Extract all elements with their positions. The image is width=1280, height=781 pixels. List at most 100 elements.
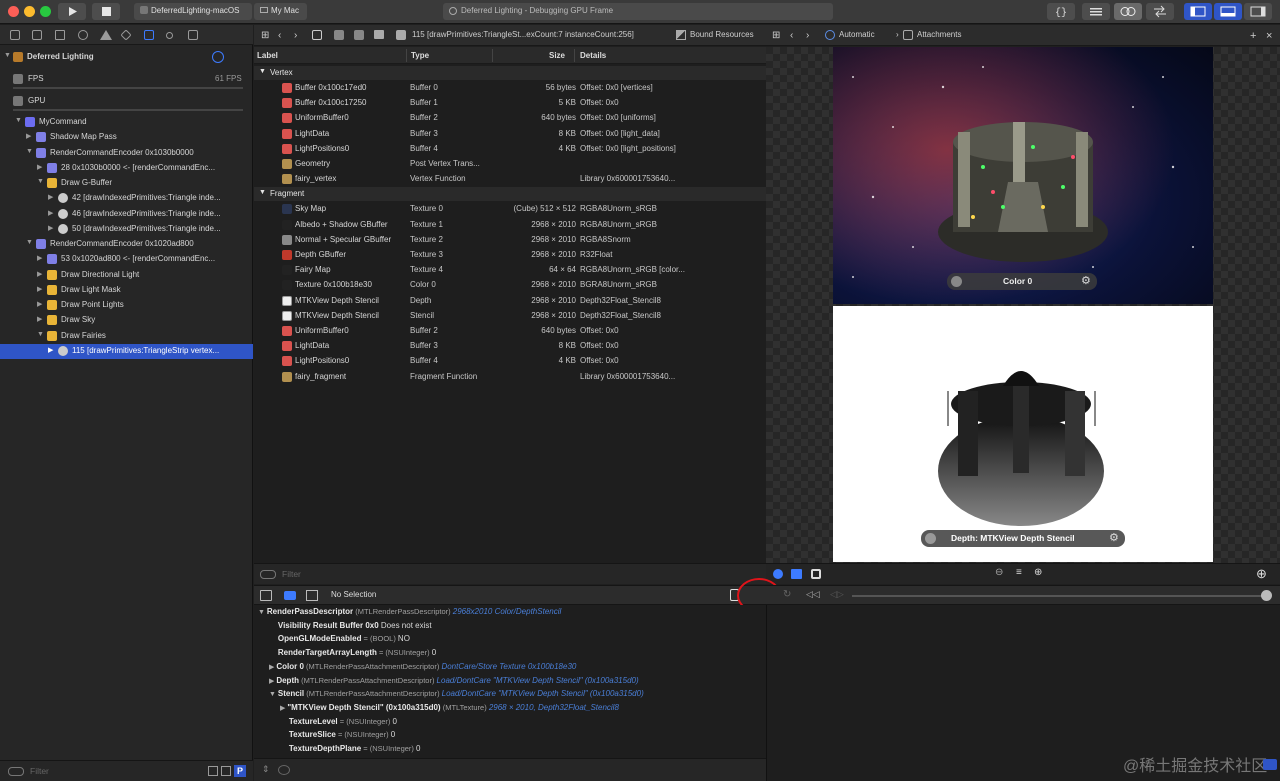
disclosure-icon[interactable]: ▼ xyxy=(26,239,33,246)
stop-button[interactable] xyxy=(92,3,120,20)
resource-row[interactable]: LightPositions0 Buffer 4 4 KB Offset: 0x0 xyxy=(254,354,766,369)
disclosure-open-icon[interactable]: ▼ xyxy=(259,68,266,75)
resource-row[interactable]: MTKView Depth Stencil Depth 2968 × 2010 Dep… xyxy=(254,294,766,309)
resource-row[interactable]: Sky Map Texture 0 (Cube) 512 × 512 RGBA8Uno… xyxy=(254,202,766,217)
info-icon[interactable] xyxy=(951,276,962,287)
variable-summary-link[interactable]: 2968 × 2010, Depth32Float_Stencil8 xyxy=(489,703,619,712)
zoom-in-icon[interactable]: ⊕ xyxy=(1034,567,1042,578)
hide-debug-area-icon[interactable] xyxy=(260,590,272,601)
info-icon[interactable] xyxy=(925,533,936,544)
resource-row[interactable]: Depth GBuffer Texture 3 2968 × 2010 R32Floa… xyxy=(254,248,766,263)
assistant-editor-button[interactable] xyxy=(1114,3,1142,20)
disclosure-open-icon[interactable]: ▼ xyxy=(259,189,266,196)
tree-item[interactable]: ▶ Draw Point Lights xyxy=(0,298,253,313)
variable-summary-link[interactable]: DontCare/Store Texture 0x100b18e30 xyxy=(441,662,576,671)
gear-icon[interactable]: ⚙ xyxy=(1081,274,1091,287)
zoom-fit-icon[interactable]: ≡ xyxy=(1016,567,1022,578)
variable-row[interactable]: TextureDepthPlane = (NSUInteger) 0 xyxy=(280,744,421,753)
tree-item[interactable]: ▼ RenderCommandEncoder 0x1020ad800 xyxy=(0,237,253,252)
assistant-mode[interactable]: Automatic xyxy=(839,30,875,39)
show-all-attachments-icon[interactable] xyxy=(773,569,783,579)
variable-row[interactable]: TextureLevel = (NSUInteger) 0 xyxy=(280,717,397,726)
thumbnail-grid-icon[interactable] xyxy=(791,569,802,579)
toggle-inspector-button[interactable] xyxy=(1244,3,1272,20)
column-type[interactable]: Type xyxy=(411,51,429,60)
run-button[interactable] xyxy=(58,3,86,20)
column-label[interactable]: Label xyxy=(257,51,278,60)
breadcrumb-draw-call[interactable]: 115 [drawPrimitives:TriangleSt...exCount… xyxy=(412,30,634,39)
source-control-icon[interactable] xyxy=(32,30,42,40)
column-size[interactable]: Size xyxy=(549,51,565,60)
tree-item[interactable]: ▼ Draw G-Buffer xyxy=(0,176,253,191)
filter-source-icon[interactable] xyxy=(221,766,231,776)
eye-icon[interactable] xyxy=(278,765,290,775)
disclosure-icon[interactable]: ▶ xyxy=(48,346,53,354)
inspect-pixel-icon[interactable]: ⊕ xyxy=(1256,566,1267,582)
breadcrumb-folder-icon[interactable] xyxy=(374,30,384,39)
step-forward-icon[interactable]: ◁▷ xyxy=(830,589,844,600)
disclosure-icon[interactable]: ▶ xyxy=(37,285,42,293)
related-items-icon[interactable]: ⊞ xyxy=(772,30,780,41)
tree-item[interactable]: ▶ Draw Directional Light xyxy=(0,268,253,283)
close-window-button[interactable] xyxy=(8,6,19,17)
resource-row[interactable]: fairy_fragment Fragment Function Library 0… xyxy=(254,370,766,385)
sort-icon[interactable]: ⇕ xyxy=(262,764,270,775)
close-editor-icon[interactable]: × xyxy=(1266,30,1272,42)
tree-item[interactable]: ▶ 115 [drawPrimitives:TriangleStrip verte… xyxy=(0,343,253,359)
back-icon[interactable]: ‹ xyxy=(790,30,793,41)
fps-gauge[interactable]: FPS 61 FPS xyxy=(0,72,253,87)
resources-filter-input[interactable]: Filter xyxy=(282,569,301,579)
step-icon[interactable] xyxy=(306,590,318,601)
tree-item[interactable]: ▼ MyCommand xyxy=(0,115,253,130)
resource-group-vertex[interactable]: ▼ Vertex xyxy=(254,66,766,80)
disclosure-icon[interactable]: ▶ xyxy=(48,224,53,232)
breadcrumb-bound-resources[interactable]: Bound Resources xyxy=(690,30,754,39)
disclosure-icon[interactable]: ▼ xyxy=(258,609,267,616)
resource-row[interactable]: Texture 0x100b18e30 Color 0 2968 × 2010 BGR… xyxy=(254,278,766,293)
forward-icon[interactable]: › xyxy=(806,30,809,41)
column-details[interactable]: Details xyxy=(580,51,606,60)
tree-item[interactable]: ▶ Draw Sky xyxy=(0,313,253,328)
tree-item[interactable]: ▶ 50 [drawIndexedPrimitives:Triangle inde… xyxy=(0,222,253,237)
code-review-button[interactable]: {} xyxy=(1047,3,1075,20)
resource-row[interactable]: fairy_vertex Vertex Function Library 0x600… xyxy=(254,172,766,187)
resource-row[interactable]: LightData Buffer 3 8 KB Offset: 0x0 xyxy=(254,339,766,354)
variable-row[interactable]: ▶ Depth (MTLRenderPassAttachmentDescript… xyxy=(269,676,639,685)
timeline-scrubber[interactable] xyxy=(1261,590,1272,601)
single-view-icon[interactable] xyxy=(811,569,821,579)
issue-navigator-icon[interactable] xyxy=(100,30,112,40)
forward-icon[interactable]: › xyxy=(294,30,297,41)
disclosure-icon[interactable]: ▶ xyxy=(37,270,42,278)
breadcrumb-frame-icon[interactable] xyxy=(334,30,344,40)
version-editor-button[interactable] xyxy=(1146,3,1174,20)
variable-row[interactable]: ▼ RenderPassDescriptor (MTLRenderPassDes… xyxy=(258,607,561,616)
tree-item[interactable]: ▼ Draw Fairies xyxy=(0,329,253,344)
document-icon[interactable] xyxy=(312,30,322,40)
resource-row[interactable]: Buffer 0x100c17ed0 Buffer 0 56 bytes Offset… xyxy=(254,81,766,96)
disclosure-icon[interactable]: ▶ xyxy=(37,300,42,308)
variable-row[interactable]: ▶ Color 0 (MTLRenderPassAttachmentDescri… xyxy=(269,662,576,671)
resource-row[interactable]: LightData Buffer 3 8 KB Offset: 0x0 [light_… xyxy=(254,127,766,142)
disclosure-icon[interactable]: ▼ xyxy=(37,331,44,338)
toggle-debug-area-button[interactable] xyxy=(1214,3,1242,20)
variable-row[interactable]: Visibility Result Buffer 0x0 Does not ex… xyxy=(269,621,432,630)
folder-navigator-icon[interactable] xyxy=(10,30,20,40)
test-navigator-icon[interactable] xyxy=(120,29,132,41)
gear-icon[interactable]: ⚙ xyxy=(1109,531,1119,544)
destination-selector[interactable]: My Mac xyxy=(254,3,307,20)
resource-row[interactable]: Normal + Specular GBuffer Texture 2 2968 ×… xyxy=(254,233,766,248)
variable-row[interactable]: ▼ Stencil (MTLRenderPassAttachmentDescri… xyxy=(269,689,644,698)
disclosure-icon[interactable]: ▼ xyxy=(15,117,22,124)
add-editor-icon[interactable]: + xyxy=(1250,30,1256,42)
variable-row[interactable]: ▶ "MTKView Depth Stencil" (0x100a315d0) … xyxy=(280,703,619,712)
zoom-out-icon[interactable]: ⊖ xyxy=(995,567,1003,578)
resource-row[interactable]: MTKView Depth Stencil Stencil 2968 × 2010 D… xyxy=(254,309,766,324)
disclosure-icon[interactable]: ▶ xyxy=(37,254,42,262)
find-navigator-icon[interactable] xyxy=(78,30,88,40)
tree-item[interactable]: ▶ 28 0x1030b0000 <- [renderCommandEnc... xyxy=(0,161,253,176)
resource-row[interactable]: Buffer 0x100c17250 Buffer 1 5 KB Offset: 0x… xyxy=(254,96,766,111)
minimize-window-button[interactable] xyxy=(24,6,35,17)
filter-recent-icon[interactable] xyxy=(208,766,218,776)
zoom-window-button[interactable] xyxy=(40,6,51,17)
tree-item[interactable]: ▶ Shadow Map Pass xyxy=(0,130,253,145)
